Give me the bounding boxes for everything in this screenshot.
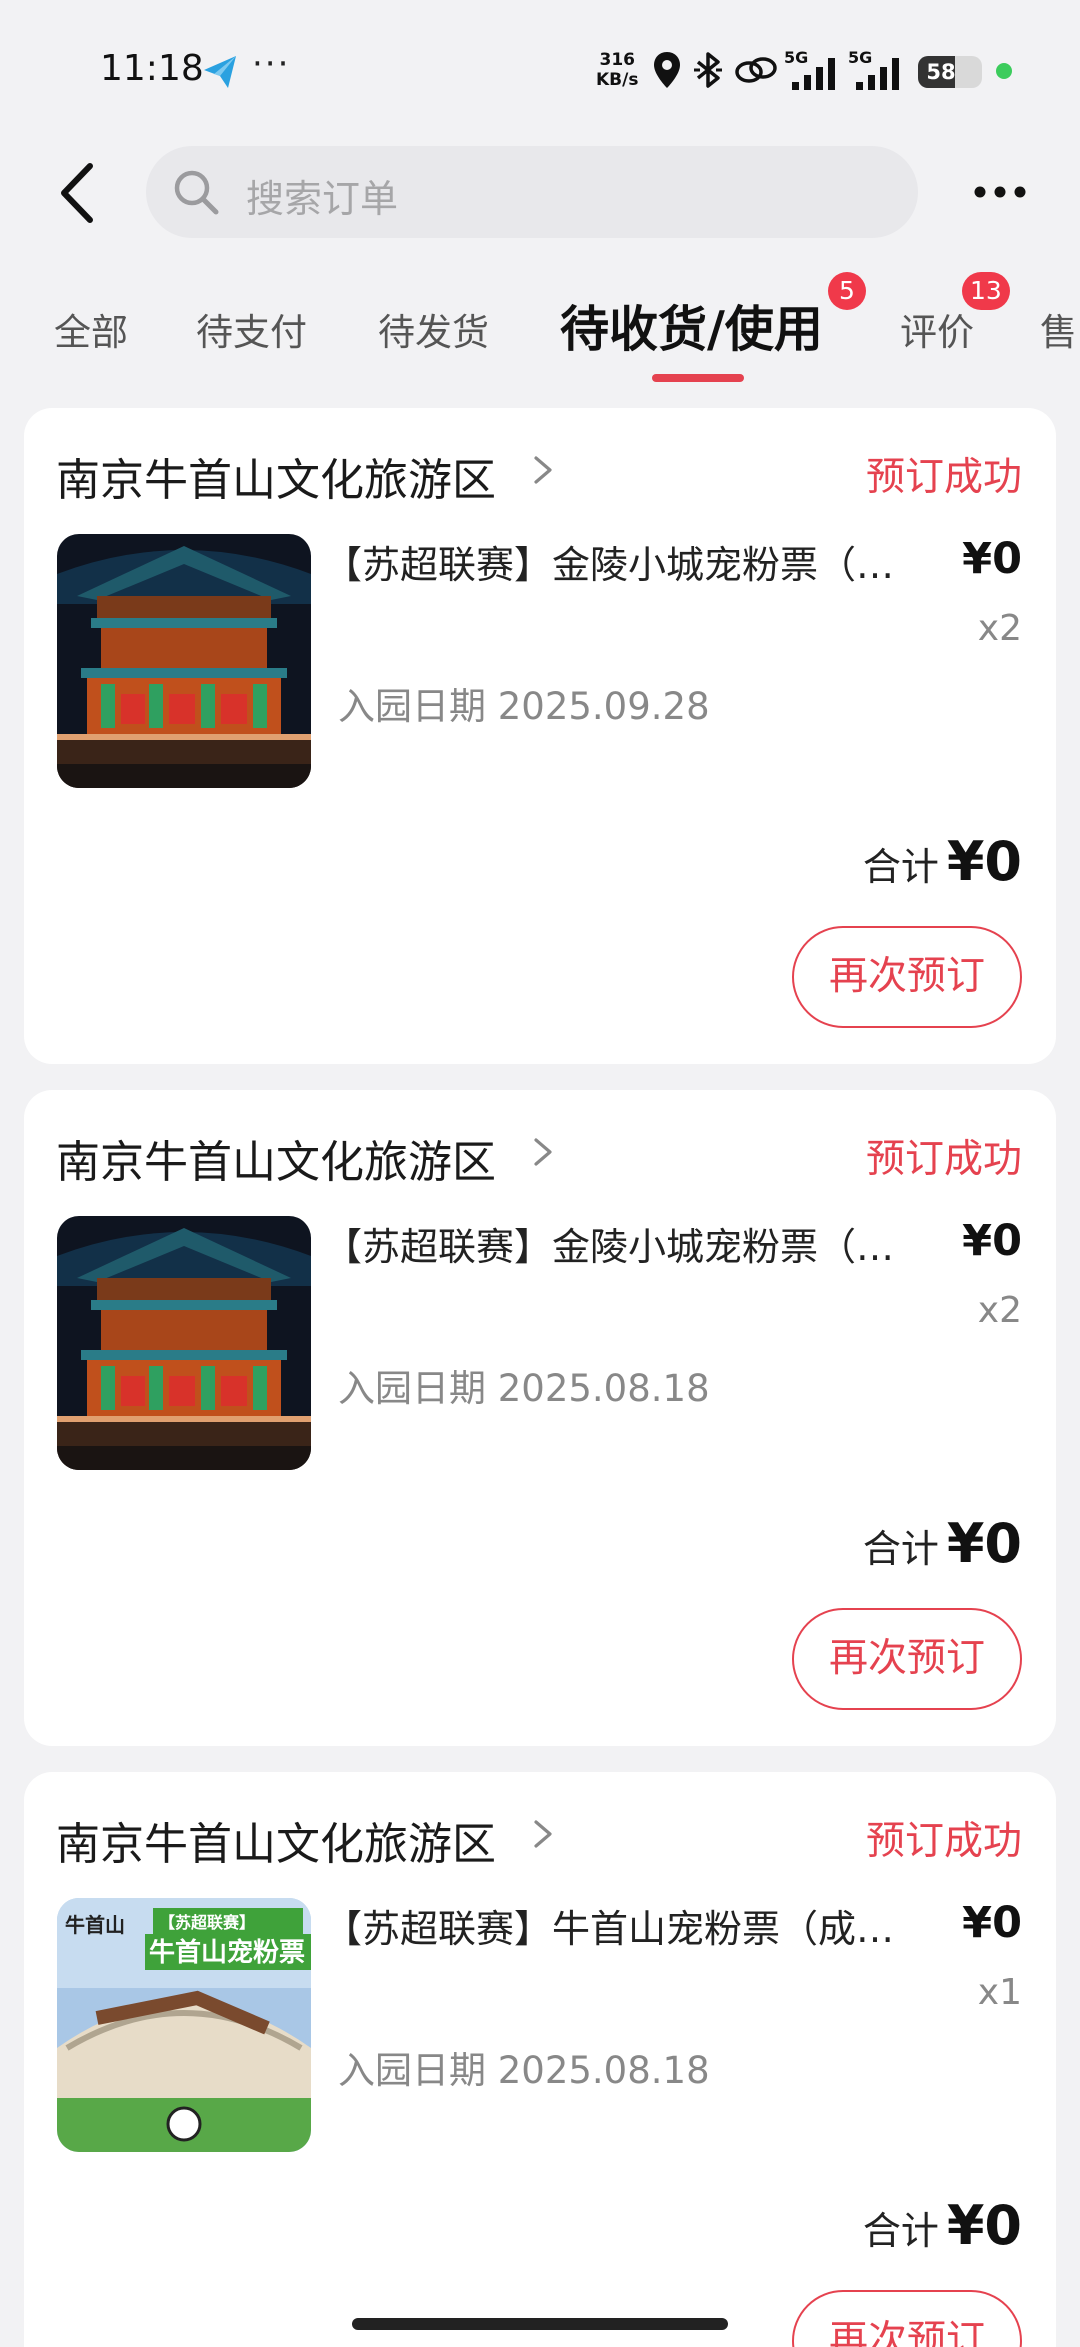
- product-thumbnail[interactable]: [57, 534, 311, 788]
- more-options-button[interactable]: [970, 166, 1030, 216]
- order-status: 预订成功: [865, 455, 1022, 500]
- tab-pending-payment[interactable]: 待支付: [196, 302, 307, 356]
- battery-level: 58: [926, 60, 956, 84]
- cell-signal-2: 5G: [848, 48, 906, 92]
- order-card[interactable]: 南京牛首山文化旅游区 预订成功 【苏超联赛】金陵小城宠粉票（成 ¥0 x2 入园…: [24, 408, 1056, 1064]
- search-placeholder: 搜索订单: [246, 177, 399, 221]
- quantity: x2: [977, 608, 1022, 649]
- home-indicator[interactable]: [352, 2318, 728, 2330]
- entry-date: 入园日期 2025.08.18: [338, 1367, 710, 1410]
- net-speed: 316 KB/s: [596, 50, 638, 90]
- orders-page: 11:18 ··· 316 KB/s 5G 5G 58 搜索订单 全部 待支付 …: [0, 0, 1080, 2347]
- battery-icon: 58: [918, 56, 982, 88]
- unit-price: ¥0: [962, 1898, 1022, 1948]
- product-name[interactable]: 【苏超联赛】金陵小城宠粉票（成人票）: [324, 534, 904, 589]
- tab-pending-receipt[interactable]: 待收货/使用: [560, 290, 823, 361]
- stadium-poster-image: 牛首山 【苏超联赛】 牛首山宠粉票: [57, 1898, 311, 2152]
- quantity: x1: [977, 1972, 1022, 2013]
- net-speed-value: 316: [599, 50, 635, 70]
- product-thumbnail[interactable]: [57, 1216, 311, 1470]
- tab-pending-shipment[interactable]: 待发货: [378, 302, 489, 356]
- tab-after-sales[interactable]: 售: [1040, 302, 1077, 356]
- chevron-right-icon: [534, 1138, 552, 1166]
- tab-badge-pending-receipt: 5: [828, 272, 866, 310]
- total-label: 合计: [862, 1527, 939, 1571]
- back-button[interactable]: [52, 158, 102, 228]
- net-speed-unit: KB/s: [596, 70, 639, 90]
- unit-price: ¥0: [962, 1216, 1022, 1266]
- temple-night-image: [57, 1216, 311, 1470]
- unit-price: ¥0: [962, 534, 1022, 584]
- clock: 11:18: [100, 48, 204, 89]
- entry-date: 入园日期 2025.08.18: [338, 2049, 710, 2092]
- entry-date: 入园日期 2025.09.28: [338, 685, 710, 728]
- bluetooth-icon: [694, 52, 722, 88]
- shop-name[interactable]: 南京牛首山文化旅游区: [56, 444, 496, 508]
- more-notifications-icon: ···: [252, 44, 291, 84]
- chevron-right-icon: [534, 1820, 552, 1848]
- telegram-icon: [204, 56, 236, 88]
- total-amount: ¥0: [946, 2194, 1022, 2257]
- signal-icon: [792, 58, 835, 90]
- product-name[interactable]: 【苏超联赛】牛首山宠粉票（成人票）: [324, 1898, 904, 1953]
- status-bar: 11:18 ··· 316 KB/s 5G 5G 58: [0, 0, 1080, 140]
- order-status: 预订成功: [865, 1819, 1022, 1864]
- signal-icon: [856, 58, 899, 90]
- rebook-button[interactable]: 再次预订: [792, 1608, 1022, 1710]
- tab-badge-reviews: 13: [962, 272, 1010, 310]
- location-icon: [654, 52, 680, 88]
- thumb-logo-text: 牛首山: [65, 1913, 125, 1937]
- tab-reviews[interactable]: 评价: [900, 302, 974, 356]
- order-total: 合计 ¥0: [863, 2194, 1022, 2257]
- rebook-button[interactable]: 再次预订: [792, 926, 1022, 1028]
- order-card[interactable]: 南京牛首山文化旅游区 预订成功 牛首山 【苏超联赛】 牛首山宠粉票 【苏超联赛】…: [24, 1772, 1056, 2347]
- total-amount: ¥0: [946, 1512, 1022, 1575]
- total-label: 合计: [862, 845, 939, 889]
- temple-night-image: [57, 534, 311, 788]
- order-total: 合计 ¥0: [863, 830, 1022, 893]
- tab-all[interactable]: 全部: [54, 302, 128, 356]
- thumb-title-text: 牛首山宠粉票: [149, 1937, 305, 1968]
- rebook-button[interactable]: 再次预订: [792, 2290, 1022, 2347]
- order-total: 合计 ¥0: [863, 1512, 1022, 1575]
- shop-name[interactable]: 南京牛首山文化旅游区: [56, 1808, 496, 1872]
- quantity: x2: [977, 1290, 1022, 1331]
- total-amount: ¥0: [946, 830, 1022, 893]
- charging-dot: [996, 63, 1012, 79]
- search-icon: [174, 170, 219, 215]
- search-bar[interactable]: 搜索订单: [146, 146, 918, 238]
- order-card[interactable]: 南京牛首山文化旅游区 预订成功 【苏超联赛】金陵小城宠粉票（成 ¥0 x2 入园…: [24, 1090, 1056, 1746]
- product-name[interactable]: 【苏超联赛】金陵小城宠粉票（成人票）: [324, 1216, 904, 1271]
- link-icon: [735, 57, 777, 83]
- chevron-right-icon: [534, 456, 552, 484]
- product-thumbnail[interactable]: 牛首山 【苏超联赛】 牛首山宠粉票: [57, 1898, 311, 2152]
- order-status: 预订成功: [865, 1137, 1022, 1182]
- cell-signal-1: 5G: [784, 48, 842, 92]
- thumb-tag-text: 【苏超联赛】: [159, 1913, 255, 1932]
- total-label: 合计: [862, 2209, 939, 2253]
- order-tabs: 全部 待支付 待发货 待收货/使用 5 评价 13 售: [0, 270, 1080, 400]
- shop-name[interactable]: 南京牛首山文化旅游区: [56, 1126, 496, 1190]
- active-tab-indicator: [652, 374, 744, 382]
